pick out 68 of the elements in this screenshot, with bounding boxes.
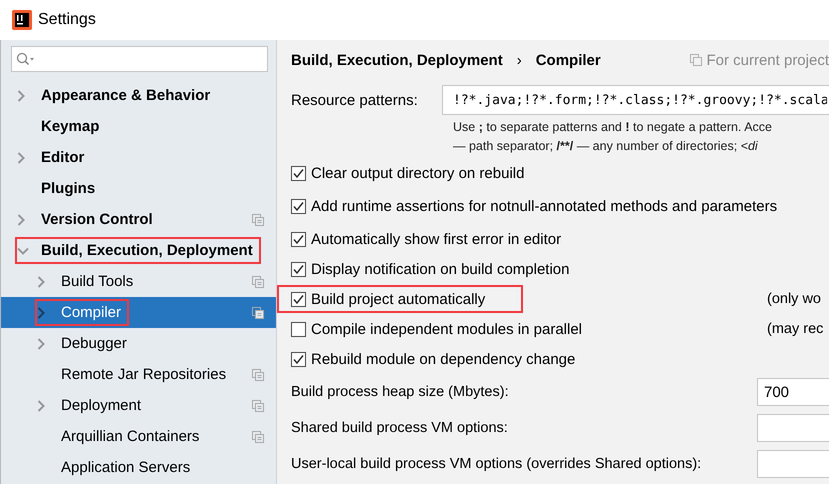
chevron-right-icon[interactable] [17,152,25,164]
tree-item[interactable]: Plugins [1,173,276,204]
tree-item-label: Compiler [61,304,122,321]
checkbox-label: Rebuild module on dependency change [311,350,576,368]
tree-item[interactable]: Deployment [1,390,276,421]
field-label: Build process heap size (Mbytes): [291,384,510,400]
tree-item-label: Editor [41,149,84,166]
breadcrumb-separator: › [516,52,522,68]
checkbox-label: Display notification on build completion [311,260,570,278]
window-title: Settings [38,11,96,29]
checkbox-label: Add runtime assertions for notnull-annotated methods and parameters [311,198,778,214]
search-field[interactable] [11,46,268,72]
tree-item-label: Application Servers [61,459,190,476]
tree-item[interactable]: Compiler [1,297,276,328]
tree-item-label: Plugins [41,180,96,197]
checkbox[interactable] [291,232,306,246]
tree-item-label: Arquillian Containers [61,428,200,445]
tree-item[interactable]: Appearance & Behavior [1,80,276,111]
tree-item[interactable]: Keymap [1,111,276,142]
checkbox-label: Automatically show first error in editor [311,230,562,248]
tree-item[interactable]: Build, Execution, Deployment [1,235,276,266]
checkbox-label: Compile independent modules in parallel [311,320,582,338]
checkbox[interactable] [291,322,306,336]
tree-item[interactable]: Editor [1,142,276,173]
chevron-right-icon[interactable] [37,400,45,412]
tree-item[interactable]: Debugger [1,328,276,359]
checkbox[interactable] [291,198,306,214]
hint-text: Use ; to separate patterns and ! to negate a pattern. Acce [453,119,773,136]
checkbox[interactable] [291,262,306,276]
chevron-right-icon[interactable] [37,338,45,350]
tree-item-label: Deployment [61,397,142,414]
chevron-right-icon[interactable] [17,214,25,226]
tree-item-label: Debugger [61,335,127,352]
tree-item-label: Version Control [41,211,153,228]
copy-icon [690,54,702,66]
input-field[interactable] [757,414,829,442]
checkbox[interactable] [291,352,306,366]
tree-item-label: Keymap [41,118,100,135]
hint-text: — path separator; /**/ — any number of directories; <di [453,138,759,155]
field-label: Shared build process VM options: [291,420,509,436]
tree-item[interactable]: Application Servers [1,452,276,483]
app-logo-icon [12,10,32,30]
breadcrumb-parent: Build, Execution, Deployment [291,52,503,68]
tree-item[interactable]: Version Control [1,204,276,235]
checkbox-label: Build project automatically [311,290,486,308]
checkbox[interactable] [291,292,306,306]
field-label: Resource patterns: [291,92,419,108]
checkbox-label: Clear output directory on rebuild [311,164,524,182]
option-note: (may rec [767,321,824,337]
tree-item-label: Remote Jar Repositories [61,366,226,383]
tree-item[interactable]: Remote Jar Repositories [1,359,276,390]
field-label: User-local build process VM options (overrides Shared options): [291,456,702,472]
option-note: (only wo [767,291,821,307]
chevron-right-icon[interactable] [17,90,25,102]
breadcrumb-current: Compiler [536,52,601,68]
tree-item-label: Appearance & Behavior [41,87,210,104]
checkbox[interactable] [291,166,306,180]
chevron-down-icon[interactable] [17,246,29,254]
tree-item-label: Build Tools [61,273,134,290]
chevron-right-icon[interactable] [37,276,45,288]
search-icon [16,52,36,66]
scope-label: For current project [706,52,829,68]
tree-item[interactable]: Arquillian Containers [1,421,276,452]
input-field[interactable] [757,450,829,478]
tree-item[interactable]: Build Tools [1,266,276,297]
input-field[interactable]: 700 [757,378,829,406]
tree-item-label: Build, Execution, Deployment [41,242,253,259]
chevron-right-icon[interactable] [37,306,45,318]
